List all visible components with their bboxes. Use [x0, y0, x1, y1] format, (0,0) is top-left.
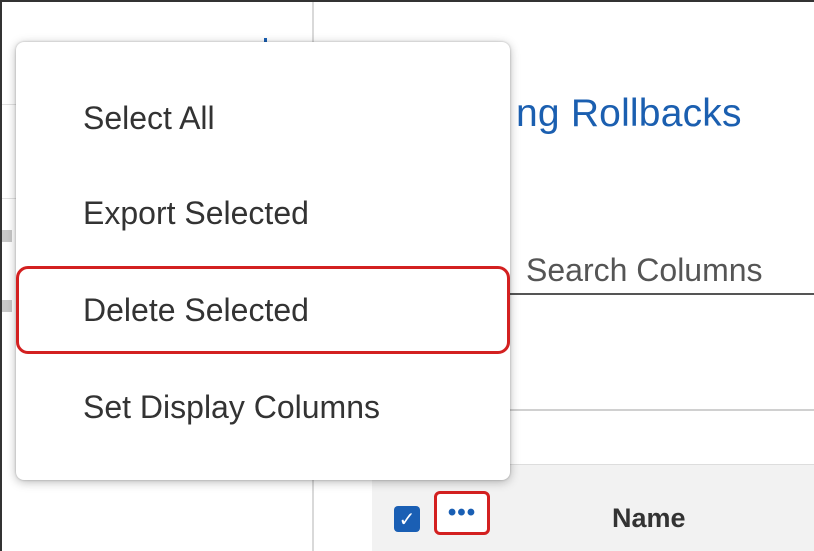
sidebar-mark	[2, 300, 12, 312]
section-divider	[506, 409, 814, 411]
menu-item-set-display-columns[interactable]: Set Display Columns	[16, 375, 510, 439]
menu-item-select-all[interactable]: Select All	[16, 86, 510, 150]
menu-item-export-selected[interactable]: Export Selected	[16, 181, 510, 245]
page-title: ng Rollbacks	[516, 92, 742, 135]
sidebar-mark	[2, 230, 12, 242]
menu-item-delete-selected[interactable]: Delete Selected	[16, 266, 510, 354]
actions-dropdown-menu: Select All Export Selected Delete Select…	[16, 42, 510, 480]
search-input[interactable]	[506, 247, 814, 293]
more-horizontal-icon: •••	[447, 499, 477, 526]
more-actions-button[interactable]: •••	[434, 491, 490, 535]
column-header-name[interactable]: Name	[612, 503, 686, 534]
search-field[interactable]	[506, 247, 814, 295]
select-all-checkbox[interactable]: ✓	[394, 506, 420, 532]
